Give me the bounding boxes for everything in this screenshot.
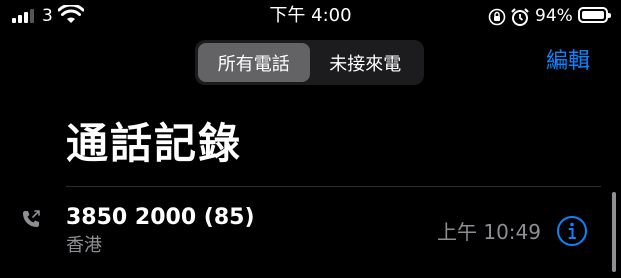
status-bar: 3 下午 4:00 94% [0,0,621,34]
battery-icon [578,7,611,23]
segment-missed-calls[interactable]: 未接來電 [310,43,422,82]
orientation-lock-icon [488,8,506,26]
edit-button[interactable]: 編輯 [546,48,590,76]
segment-all-calls[interactable]: 所有電話 [198,43,310,82]
scrollbar[interactable] [612,192,616,272]
info-icon[interactable] [556,215,588,247]
call-contact-name: 3850 2000 (85) [66,205,255,230]
call-list-item[interactable]: 3850 2000 (85) 香港 上午 10:49 [0,187,621,278]
call-filter-segmented-control: 所有電話 未接來電 [195,40,424,85]
page-title: 通話記錄 [66,119,243,168]
call-location-label: 香港 [66,235,102,256]
call-time-label: 上午 10:49 [437,220,541,244]
outgoing-call-icon [23,210,40,227]
battery-percentage: 94% [535,6,573,26]
alarm-icon [511,8,529,26]
